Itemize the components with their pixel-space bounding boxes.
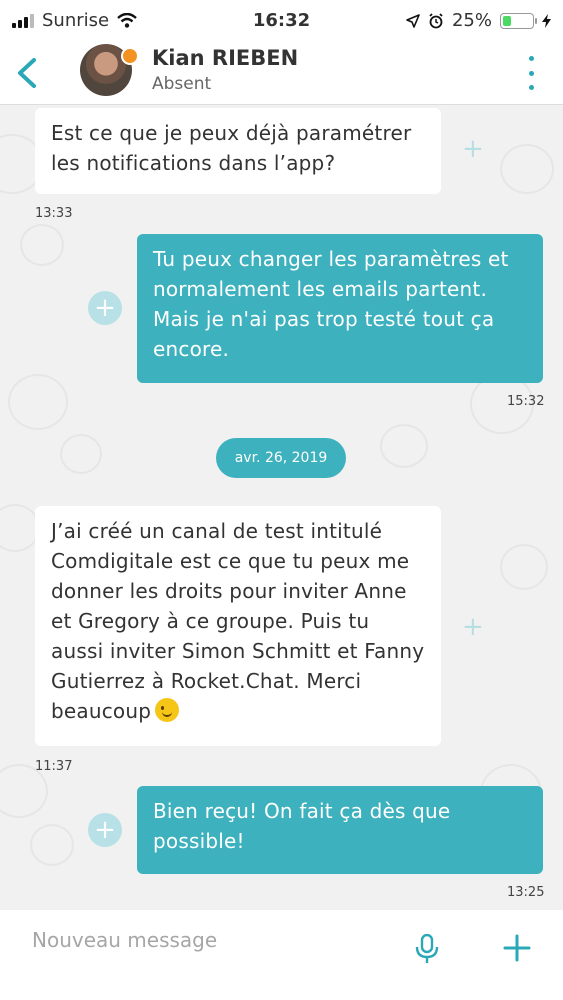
add-reaction-icon[interactable]: + [462, 614, 484, 640]
contact-status: Absent [152, 74, 212, 94]
message-text: J’ai créé un canal de test intitulé Comd… [51, 519, 425, 723]
message-bubble-incoming[interactable]: J’ai créé un canal de test intitulé Comd… [35, 506, 441, 746]
contact-name[interactable]: Kian RIEBEN [152, 46, 298, 70]
message-time: 13:25 [507, 885, 545, 900]
battery-icon [500, 12, 537, 29]
message-bubble-outgoing[interactable]: Bien reçu! On fait ça dès que possible! [137, 786, 543, 874]
message-composer [0, 910, 563, 1000]
plus-icon[interactable] [503, 934, 531, 962]
message-time: 15:32 [507, 394, 545, 409]
alarm-icon [429, 12, 443, 28]
location-arrow-icon [406, 13, 420, 28]
message-bubble-incoming[interactable]: Est ce que je peux déjà paramétrer les n… [35, 108, 441, 194]
status-bar: Sunrise 16:32 25% [0, 0, 563, 44]
charging-bolt-icon [542, 13, 551, 28]
add-reaction-icon[interactable]: + [88, 291, 122, 325]
winking-face-emoji [155, 698, 180, 722]
message-bubble-outgoing[interactable]: Tu peux changer les paramètres et normal… [137, 234, 543, 383]
message-time: 11:37 [35, 759, 73, 774]
battery-percent: 25% [451, 10, 492, 31]
microphone-icon[interactable] [414, 934, 440, 964]
add-reaction-icon[interactable]: + [88, 813, 122, 847]
date-separator: avr. 26, 2019 [216, 438, 346, 478]
add-reaction-icon[interactable]: + [462, 136, 484, 162]
presence-indicator [121, 47, 139, 65]
back-chevron-icon[interactable] [12, 54, 40, 92]
message-input[interactable] [30, 924, 374, 956]
more-vertical-icon[interactable] [521, 56, 541, 90]
message-time: 13:33 [35, 206, 73, 221]
chat-header: Kian RIEBEN Absent [0, 44, 563, 105]
